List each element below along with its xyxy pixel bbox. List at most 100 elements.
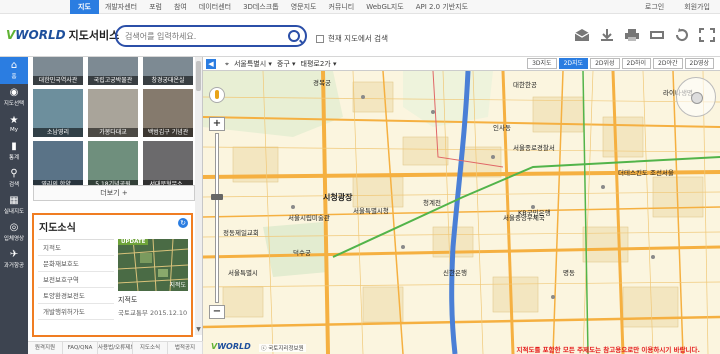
download-icon[interactable] [598, 27, 616, 43]
sidebar-item[interactable]: ▮ 통계 [0, 138, 28, 165]
zoom-slider-handle[interactable] [211, 194, 223, 200]
news-list-item[interactable]: 지적도 [38, 240, 114, 256]
zoom-out-button[interactable]: − [209, 305, 225, 319]
location-breadcrumb: ⌖ 서울특별시 ▾ 중구 ▾ 태평로2가 ▾ [225, 57, 336, 71]
news-list-item[interactable]: 토양환경보전도 [38, 288, 114, 304]
map-place-label[interactable]: 경복궁 [313, 77, 331, 87]
map-place-label[interactable]: 신한은행 [443, 267, 467, 277]
map-place-label[interactable]: 서울종로경찰서 [513, 142, 555, 152]
footer-link[interactable]: FAQ/QNA [63, 342, 98, 354]
top-menu-item[interactable]: 커뮤니티 [322, 0, 360, 14]
map-place-label[interactable]: 서울특별시 [228, 267, 258, 277]
left-icon-bar: ⌂ 홈 ◉ 지도선택 ★ My ▮ 통계 ⚲ 검색 ▦ 실내지도 ◎ 입체영상 ✈ 과거항공 [0, 57, 28, 354]
map-mode-tab[interactable]: 2D하이 [621, 58, 652, 69]
search-icon[interactable] [288, 30, 300, 42]
breadcrumb-item[interactable]: 태평로2가 ▾ [301, 57, 337, 71]
tour-thumbnail[interactable]: 창경궁대온실 [143, 57, 193, 85]
login-link[interactable]: 로그인 [635, 0, 674, 14]
sidebar-item[interactable]: ✈ 과거항공 [0, 246, 28, 273]
top-menu-item[interactable]: 참여 [168, 0, 193, 14]
breadcrumb-item[interactable]: 중구 ▾ [277, 57, 296, 71]
tour-thumbnail[interactable]: 소남영리 [33, 89, 83, 137]
tour-thumbnail[interactable]: 가봉다대교 [88, 89, 138, 137]
map-mode-tab[interactable]: 2D지도 [558, 58, 589, 69]
map-place-label[interactable]: 서울시립미술관 [288, 212, 330, 222]
footer-link[interactable]: 지도소식 [133, 342, 168, 354]
map-news-box: 지도소식 ↻ 지적도 문화재보호도 보전보호구역 토양환경보전도 개발행위허가도 UPD… [32, 213, 193, 337]
zoom-in-button[interactable]: + [209, 117, 225, 131]
news-list-item[interactable]: 보전보호구역 [38, 272, 114, 288]
map-place-label[interactable]: 청계천 [423, 197, 441, 207]
map-place-label[interactable]: 더테스킨도 조선서울 [618, 167, 674, 177]
tour-thumbnail-caption: 가봉다대교 [88, 128, 138, 137]
tour-thumbnail[interactable]: 서대문형무소.. [143, 141, 193, 189]
map-mode-tab[interactable]: 2D위성 [590, 58, 620, 69]
logo[interactable]: VWORLD 지도서비스 [6, 27, 119, 43]
top-menu-item[interactable]: WebGL지도 [360, 0, 409, 14]
collapse-panel-button[interactable]: ◀ [206, 59, 216, 69]
map-toolbar: ◀ ⌖ 서울특별시 ▾ 중구 ▾ 태평로2가 ▾ 3D지도 2D지도 2D위성 2D하이 2D… [203, 57, 720, 71]
tour-thumbnail[interactable]: 대한민국역사관 [33, 57, 83, 85]
refresh-news-icon[interactable]: ↻ [178, 218, 188, 228]
top-menu-item[interactable]: 데이터센터 [193, 0, 237, 14]
tour-thumbnail[interactable]: 5.18기념공원 [88, 141, 138, 189]
top-menu-item[interactable]: API 2.0 기반지도 [410, 0, 474, 14]
signup-link[interactable]: 회원가입 [674, 0, 720, 14]
map-place-label[interactable]: KB국민은행 [518, 207, 551, 217]
news-list-item[interactable]: 문화재보호도 [38, 256, 114, 272]
map-place-label[interactable]: 덕수궁 [293, 247, 311, 257]
tour-thumbnail[interactable]: 백범김구 기념관 [143, 89, 193, 137]
search-current-map-checkbox[interactable]: 현재 지도에서 검색 [316, 33, 388, 44]
share-icon[interactable] [573, 27, 591, 43]
footer-link[interactable]: 사용법/오류제보 [98, 342, 133, 354]
sidebar-item[interactable]: ⚲ 검색 [0, 165, 28, 192]
sidebar-item[interactable]: ★ My [0, 111, 28, 138]
compass-icon[interactable] [676, 77, 716, 117]
sidebar-item-label: 입체영상 [3, 236, 25, 242]
map-mode-tab[interactable]: 2D야간 [653, 58, 683, 69]
map-place-label[interactable]: 인사동 [493, 122, 511, 132]
map-place-label[interactable]: 서울특별시청 [353, 205, 389, 215]
tour-thumbnail-caption: 창경궁대온실 [143, 76, 193, 85]
top-menu-item[interactable]: 지도 [70, 0, 99, 14]
sidebar-item[interactable]: ◉ 지도선택 [0, 84, 28, 111]
footer-links: 원격지원 FAQ/QNA 사용법/오류제보 지도소식 법적공지 [28, 341, 203, 354]
map-place-label[interactable]: 시청광장 [323, 192, 352, 203]
print-icon[interactable] [623, 27, 641, 43]
top-menu-item[interactable]: 개발자센터 [99, 0, 143, 14]
sidebar-item[interactable]: ⌂ 홈 [0, 57, 28, 84]
measure-icon[interactable] [648, 27, 666, 43]
street-view-icon[interactable] [209, 87, 225, 103]
footer-link[interactable]: 법적공지 [168, 342, 203, 354]
checkbox-box[interactable] [316, 34, 324, 43]
map-place-label[interactable]: 대한한공 [513, 79, 537, 89]
news-update-image[interactable]: UPDATE 지적도 [118, 239, 188, 291]
top-menu-item[interactable]: 포럼 [143, 0, 168, 14]
map-mode-tab[interactable]: 3D지도 [527, 58, 557, 69]
scrollbar-thumb[interactable] [196, 61, 201, 91]
tour-thumbnail[interactable]: 영리의 한양.. [33, 141, 83, 189]
tour-thumbnail[interactable]: 국립고궁박물관 [88, 57, 138, 85]
top-menu-item[interactable]: 영문지도 [285, 0, 323, 14]
sidebar-item[interactable]: ◎ 입체영상 [0, 219, 28, 246]
map-mode-tab[interactable]: 2D영상 [684, 58, 714, 69]
map-place-label[interactable]: 명동 [563, 267, 575, 277]
scroll-down-icon[interactable]: ▼ [195, 326, 202, 333]
zoom-slider[interactable] [211, 133, 223, 303]
panel-scrollbar[interactable]: ▼ [195, 57, 202, 335]
map-mode-tabs: 3D지도 2D지도 2D위성 2D하이 2D야간 2D영상 [527, 58, 714, 69]
more-button[interactable]: 더보기 + [33, 185, 195, 201]
map-view[interactable]: 경복궁 대한한공 서울종로경찰서 인사동 시청광장 서울시립미술관 서울특별시청 서울중앙우체… [203, 57, 720, 354]
footer-link[interactable]: 원격지원 [28, 342, 63, 354]
map-notice: 지적도를 포함한 모든 주제도는 참고용으로만 이용하시기 바랍니다. [516, 346, 701, 354]
sidebar-item[interactable]: ▦ 실내지도 [0, 192, 28, 219]
refresh-icon[interactable] [673, 27, 691, 43]
breadcrumb-item[interactable]: 서울특별시 ▾ [234, 57, 272, 71]
map-place-label[interactable]: 정동제일교회 [223, 227, 259, 237]
map-canvas[interactable] [203, 57, 720, 354]
search-input[interactable] [125, 27, 285, 45]
star-icon: ★ [9, 115, 19, 126]
fullscreen-icon[interactable] [698, 27, 716, 43]
news-list-item[interactable]: 개발행위허가도 [38, 304, 114, 320]
top-menu-item[interactable]: 3D데스크톱 [237, 0, 285, 14]
